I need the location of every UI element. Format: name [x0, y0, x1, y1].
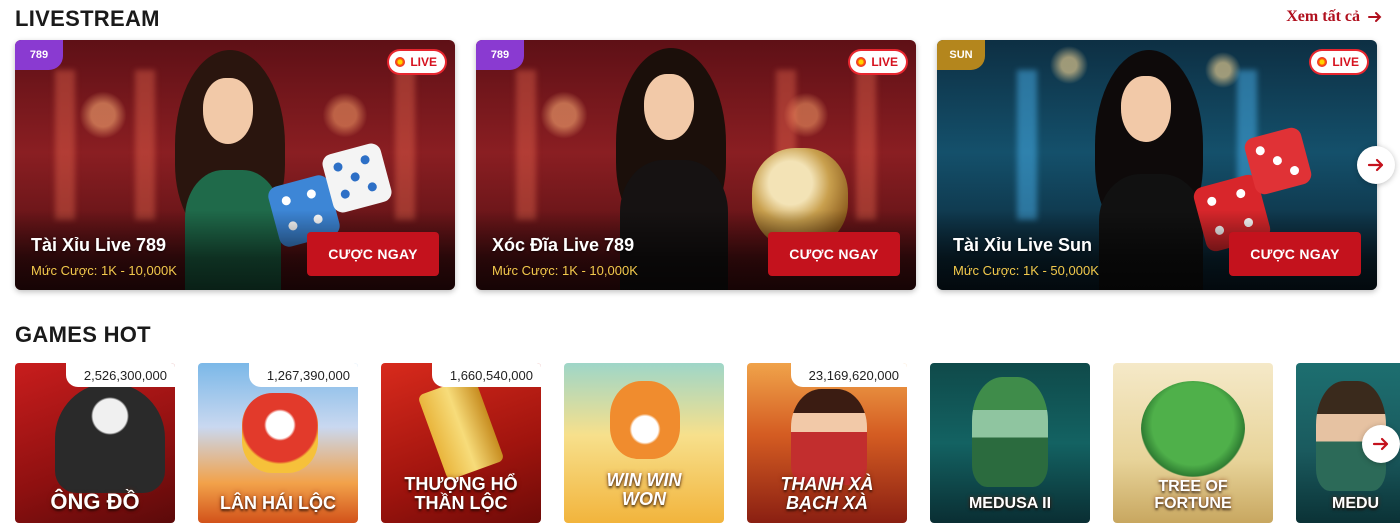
lion-dance-image [242, 393, 318, 473]
live-badge: LIVE [850, 51, 906, 73]
game-title: THANH XÀ BẠCH XÀ [780, 474, 874, 514]
snake-lady-image [791, 389, 867, 485]
live-badge-label: LIVE [871, 55, 898, 69]
jackpot-amount: 1,660,540,000 [431, 363, 541, 387]
game-card[interactable]: 1,660,540,000 THƯỢNG HỔ THẦN LỘC [381, 363, 541, 523]
see-all-link[interactable]: Xem tất cả [1286, 8, 1382, 26]
live-dot-icon [856, 57, 867, 67]
game-character-image [55, 383, 165, 493]
live-card-bet-range: Mức Cược: 1K - 50,000K [953, 263, 1099, 278]
jackpot-amount: 23,169,620,000 [790, 363, 907, 387]
live-badge: LIVE [1311, 51, 1367, 73]
game-title: TREE OF FORTUNE [1154, 478, 1232, 513]
livestream-heading: LIVESTREAM [15, 6, 160, 31]
arrow-right-icon [1372, 437, 1389, 451]
live-card-bet-range: Mức Cược: 1K - 10,000K [31, 263, 177, 278]
bet-now-button[interactable]: CƯỢC NGAY [307, 232, 439, 276]
game-title: THƯỢNG HỔ THẦN LỘC [404, 474, 518, 514]
see-all-label: Xem tất cả [1286, 8, 1360, 25]
brand-logo: 789 [476, 40, 524, 70]
livestream-next-button[interactable] [1357, 146, 1395, 184]
brand-logo: 789 [15, 40, 63, 70]
game-card[interactable]: 2,526,300,000 ÔNG ĐỒ [15, 363, 175, 523]
live-card[interactable]: 789 LIVE Xóc Đĩa Live 789 Mức Cược: 1K -… [476, 40, 916, 290]
game-card[interactable]: WIN WIN WON [564, 363, 724, 523]
game-card[interactable]: 1,267,390,000 LÂN HÁI LỘC [198, 363, 358, 523]
brand-logo: SUN [937, 40, 985, 70]
fortune-tree-image [1141, 381, 1245, 477]
live-dot-icon [1317, 57, 1328, 67]
live-card-title: Tài Xỉu Live 789 [31, 235, 167, 255]
shiba-dog-image [610, 381, 680, 459]
arrow-right-icon [1367, 158, 1384, 172]
live-badge: LIVE [389, 51, 445, 73]
bet-now-button[interactable]: CƯỢC NGAY [1229, 232, 1361, 276]
live-badge-label: LIVE [1332, 55, 1359, 69]
live-dot-icon [395, 57, 406, 67]
game-title: MEDUSA II [968, 495, 1052, 513]
bet-now-button[interactable]: CƯỢC NGAY [768, 232, 900, 276]
live-badge-label: LIVE [410, 55, 437, 69]
live-card-title: Xóc Đĩa Live 789 [492, 235, 635, 255]
game-title: ÔNG ĐỒ [50, 488, 140, 514]
jackpot-amount: 1,267,390,000 [248, 363, 358, 387]
game-card[interactable]: TREE OF FORTUNE [1113, 363, 1273, 523]
medusa-image [972, 377, 1048, 487]
arrow-right-icon [1368, 12, 1382, 22]
live-card[interactable]: 789 LIVE Tài Xỉu Live 789 Mức Cược: 1K -… [15, 40, 455, 290]
jackpot-amount: 2,526,300,000 [65, 363, 175, 387]
game-title: MEDU [1332, 495, 1380, 513]
live-card-bet-range: Mức Cược: 1K - 10,000K [492, 263, 638, 278]
game-card[interactable]: 23,169,620,000 THANH XÀ BẠCH XÀ [747, 363, 907, 523]
game-card[interactable]: MEDUSA II [930, 363, 1090, 523]
game-title: LÂN HÁI LỘC [220, 493, 336, 514]
live-card[interactable]: SUN LIVE Tài Xỉu Live Sun Mức Cược: 1K -… [937, 40, 1377, 290]
games-next-button[interactable] [1362, 425, 1400, 463]
games-hot-heading: GAMES HOT [15, 322, 151, 347]
game-title: WIN WIN WON [606, 470, 682, 510]
live-card-title: Tài Xỉu Live Sun [953, 235, 1093, 255]
